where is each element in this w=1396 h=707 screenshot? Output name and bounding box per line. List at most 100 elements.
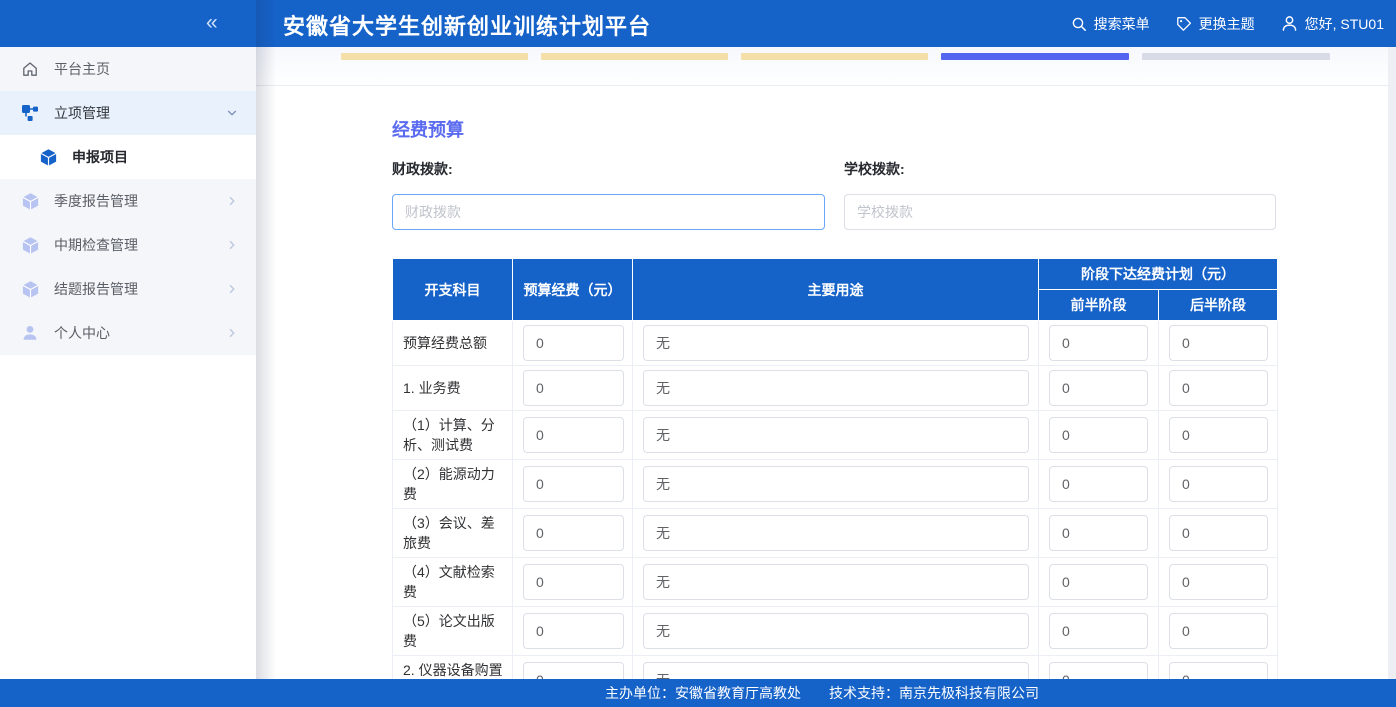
sidebar-item-final-report[interactable]: 结题报告管理 (0, 267, 256, 311)
chevron-down-icon (226, 107, 238, 119)
sidebar-item-midterm-check[interactable]: 中期检查管理 (0, 223, 256, 267)
usage-input[interactable] (643, 662, 1029, 679)
sidebar-item-label: 个人中心 (54, 323, 110, 343)
budget-table: 开支科目 预算经费（元） 主要用途 阶段下达经费计划（元） 前半阶段 后半阶段 … (392, 258, 1278, 679)
chevron-right-icon (226, 283, 238, 295)
col-header-stage-plan: 阶段下达经费计划（元） (1039, 259, 1278, 290)
table-row: （1）计算、分析、测试费 (393, 411, 1278, 460)
cube-icon (20, 235, 40, 255)
budget-input[interactable] (523, 564, 624, 600)
expense-category-cell: 1. 业务费 (393, 366, 513, 411)
school-grant-label: 学校拨款: (844, 159, 1276, 179)
step-bar-4-active (941, 53, 1129, 60)
first-stage-input[interactable] (1049, 662, 1148, 679)
sidebar-item-quarterly-report[interactable]: 季度报告管理 (0, 179, 256, 223)
first-stage-input[interactable] (1049, 613, 1148, 649)
budget-input[interactable] (523, 662, 624, 679)
first-stage-input[interactable] (1049, 417, 1148, 453)
usage-input[interactable] (643, 613, 1029, 649)
footer-support-text: 技术支持：南京先极科技有限公司 (829, 683, 1039, 703)
table-row: 2. 仪器设备购置费 (393, 656, 1278, 680)
school-grant-input[interactable] (844, 194, 1276, 230)
usage-input[interactable] (643, 466, 1029, 502)
second-stage-input[interactable] (1169, 515, 1268, 551)
user-menu-button[interactable]: 您好, STU01 (1281, 14, 1384, 34)
expense-category-cell: （3）会议、差旅费 (393, 509, 513, 558)
school-grant-field: 学校拨款: (844, 159, 1276, 230)
table-row: （5）论文出版费 (393, 607, 1278, 656)
second-stage-input[interactable] (1169, 564, 1268, 600)
expense-category-cell: 2. 仪器设备购置费 (393, 656, 513, 680)
col-header-subject: 开支科目 (393, 259, 513, 321)
step-bar-2 (541, 53, 728, 60)
budget-input[interactable] (523, 370, 624, 406)
fiscal-grant-label: 财政拨款: (392, 159, 825, 179)
sidebar-item-personal-center[interactable]: 个人中心 (0, 311, 256, 355)
search-icon (1071, 16, 1087, 32)
budget-form: 经费预算 财政拨款: 学校拨款: 开支科目 预算经费（元） 主要用途 阶段下达经… (256, 86, 1388, 679)
table-row: 预算经费总额 (393, 321, 1278, 366)
sidebar-menu: 平台主页 立项管理 申报项目 季度报告管理 (0, 47, 256, 355)
first-stage-input[interactable] (1049, 564, 1148, 600)
user-icon (1281, 15, 1298, 32)
first-stage-input[interactable] (1049, 466, 1148, 502)
theme-tag-icon (1176, 16, 1192, 32)
cube-icon (20, 191, 40, 211)
budget-input[interactable] (523, 613, 624, 649)
table-row: （4）文献检索费 (393, 558, 1278, 607)
table-row: （2）能源动力费 (393, 460, 1278, 509)
expense-category-cell: （5）论文出版费 (393, 607, 513, 656)
footer-host-text: 主办单位：安徽省教育厅高教处 (605, 683, 801, 703)
usage-input[interactable] (643, 370, 1029, 406)
app-title: 安徽省大学生创新创业训练计划平台 (283, 9, 651, 41)
col-header-budget: 预算经费（元） (513, 259, 633, 321)
step-bar-5 (1142, 53, 1330, 60)
header-actions: 搜索菜单 更换主题 您好, STU01 (1071, 0, 1384, 47)
page-footer: 主办单位：安徽省教育厅高教处 技术支持：南京先极科技有限公司 (0, 679, 1396, 707)
expense-category-cell: （2）能源动力费 (393, 460, 513, 509)
search-menu-button[interactable]: 搜索菜单 (1071, 14, 1150, 34)
chevron-right-icon (226, 239, 238, 251)
second-stage-input[interactable] (1169, 662, 1268, 679)
second-stage-input[interactable] (1169, 466, 1268, 502)
change-theme-label: 更换主题 (1199, 14, 1255, 34)
usage-input[interactable] (643, 417, 1029, 453)
col-header-second-half: 后半阶段 (1159, 290, 1278, 321)
fiscal-grant-input[interactable] (392, 194, 825, 230)
sidebar-item-project-management[interactable]: 立项管理 (0, 91, 256, 135)
col-header-usage: 主要用途 (633, 259, 1039, 321)
sidebar-item-platform-home[interactable]: 平台主页 (0, 47, 256, 91)
first-stage-input[interactable] (1049, 515, 1148, 551)
chevron-right-icon (226, 327, 238, 339)
sidebar: 平台主页 立项管理 申报项目 季度报告管理 (0, 47, 256, 679)
sidebar-item-label: 平台主页 (54, 59, 110, 79)
sidebar-collapse-icon[interactable]: « (206, 10, 218, 36)
fiscal-grant-field: 财政拨款: (392, 159, 825, 230)
sidebar-item-label: 结题报告管理 (54, 279, 138, 299)
sidebar-item-label: 申报项目 (72, 147, 128, 167)
expense-category-cell: （4）文献检索费 (393, 558, 513, 607)
second-stage-input[interactable] (1169, 325, 1268, 361)
first-stage-input[interactable] (1049, 325, 1148, 361)
usage-input[interactable] (643, 564, 1029, 600)
expense-category-cell: 预算经费总额 (393, 321, 513, 366)
first-stage-input[interactable] (1049, 370, 1148, 406)
change-theme-button[interactable]: 更换主题 (1176, 14, 1255, 34)
vertical-scrollbar[interactable] (1388, 47, 1396, 679)
sidebar-item-declare-project[interactable]: 申报项目 (0, 135, 256, 179)
table-row: 1. 业务费 (393, 366, 1278, 411)
main-content: 经费预算 财政拨款: 学校拨款: 开支科目 预算经费（元） 主要用途 阶段下达经… (256, 47, 1388, 679)
budget-input[interactable] (523, 466, 624, 502)
second-stage-input[interactable] (1169, 370, 1268, 406)
budget-input[interactable] (523, 417, 624, 453)
person-icon (20, 323, 40, 343)
budget-input[interactable] (523, 325, 624, 361)
second-stage-input[interactable] (1169, 613, 1268, 649)
usage-input[interactable] (643, 325, 1029, 361)
sidebar-item-label: 中期检查管理 (54, 235, 138, 255)
expense-category-cell: （1）计算、分析、测试费 (393, 411, 513, 460)
search-menu-label: 搜索菜单 (1094, 14, 1150, 34)
budget-input[interactable] (523, 515, 624, 551)
second-stage-input[interactable] (1169, 417, 1268, 453)
usage-input[interactable] (643, 515, 1029, 551)
